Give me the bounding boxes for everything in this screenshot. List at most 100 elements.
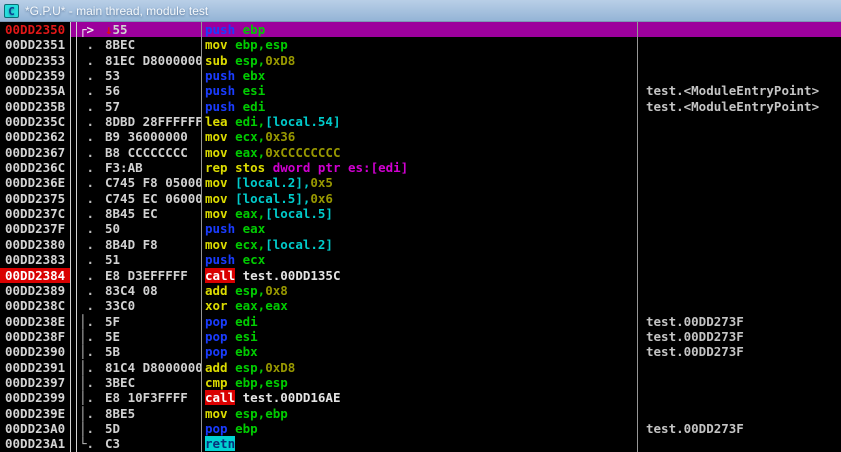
instruction-part: 0xD8 [265,53,295,68]
column-separator [70,37,77,52]
address-cell[interactable]: 00DD235C [0,114,70,129]
instruction[interactable]: mov [local.2],0x5 [201,175,637,190]
flow-marker: . [77,206,105,221]
address-cell[interactable]: 00DD2367 [0,145,70,160]
address-cell[interactable]: 00DD2351 [0,37,70,52]
disasm-row[interactable]: 00DD235C . 8DBD 28FFFFFF lea edi,[local.… [0,114,841,129]
flow-marker: . [77,129,105,144]
disasm-row[interactable]: 00DD2384 . E8 D3EFFFFF call test.00DD135… [0,268,841,283]
instruction[interactable]: add esp,0xD8 [201,360,637,375]
disasm-row[interactable]: 00DD2380 . 8B4D F8 mov ecx,[local.2] [0,237,841,252]
flow-marker: . [77,99,105,114]
disasm-row[interactable]: 00DD239E │. 8BE5 mov esp,ebp [0,406,841,421]
address-cell[interactable]: 00DD23A1 [0,436,70,451]
disasm-row[interactable]: 00DD2351 . 8BEC mov ebp,esp [0,37,841,52]
disasm-row[interactable]: 00DD2399 │. E8 10F3FFFF call test.00DD16… [0,390,841,405]
instruction[interactable]: pop esi [201,329,637,344]
instruction-part: ebp,esp [235,375,288,390]
disasm-row[interactable]: 00DD236C . F3:AB rep stos dword ptr es:[… [0,160,841,175]
instruction[interactable]: mov ecx,0x36 [201,129,637,144]
address-cell[interactable]: 00DD238F [0,329,70,344]
instruction[interactable]: pop edi [201,314,637,329]
address-cell[interactable]: 00DD2399 [0,390,70,405]
disasm-row[interactable]: 00DD237C . 8B45 EC mov eax,[local.5] [0,206,841,221]
address-cell[interactable]: 00DD2390 [0,344,70,359]
instruction[interactable]: mov esp,ebp [201,406,637,421]
address-cell[interactable]: 00DD239E [0,406,70,421]
address-cell[interactable]: 00DD2397 [0,375,70,390]
disasm-row[interactable]: 00DD2390 │. 5B pop ebx test.00DD273F [0,344,841,359]
instruction[interactable]: push ebx [201,68,637,83]
disasm-row[interactable]: 00DD2353 . 81EC D8000000 sub esp,0xD8 [0,53,841,68]
address-cell[interactable]: 00DD2383 [0,252,70,267]
address-cell[interactable]: 00DD2380 [0,237,70,252]
address-cell[interactable]: 00DD2353 [0,53,70,68]
instruction[interactable]: push esi [201,83,637,98]
address-cell[interactable]: 00DD238C [0,298,70,313]
disasm-row[interactable]: 00DD236E . C745 F8 05000000 mov [local.2… [0,175,841,190]
instruction[interactable]: push eax [201,221,637,236]
address-cell[interactable]: 00DD2384 [0,268,70,283]
address-cell[interactable]: 00DD236C [0,160,70,175]
disasm-row[interactable]: 00DD2359 . 53 push ebx [0,68,841,83]
instruction[interactable]: mov ecx,[local.2] [201,237,637,252]
opcode-bytes: 50 [105,221,201,236]
disasm-row[interactable]: 00DD235A . 56 push esi test.<ModuleEntry… [0,83,841,98]
address-cell[interactable]: 00DD238E [0,314,70,329]
disasm-row[interactable]: 00DD238E │. 5F pop edi test.00DD273F [0,314,841,329]
disasm-row[interactable]: 00DD23A1 └. C3 retn [0,436,841,451]
address-cell[interactable]: 00DD2350 [0,22,70,37]
instruction[interactable]: mov eax,[local.5] [201,206,637,221]
disasm-row[interactable]: 00DD2397 │. 3BEC cmp ebp,esp [0,375,841,390]
address-cell[interactable]: 00DD2359 [0,68,70,83]
instruction[interactable]: pop ebp [201,421,637,436]
address-cell[interactable]: 00DD2389 [0,283,70,298]
address-cell[interactable]: 00DD237C [0,206,70,221]
disasm-row[interactable]: 00DD237F . 50 push eax [0,221,841,236]
instruction[interactable]: mov eax,0xCCCCCCCC [201,145,637,160]
address-cell[interactable]: 00DD235A [0,83,70,98]
instruction-part: add [205,360,235,375]
disasm-row[interactable]: 00DD2375 . C745 EC 06000000 mov [local.5… [0,191,841,206]
disasm-row[interactable]: 00DD2389 . 83C4 08 add esp,0x8 [0,283,841,298]
instruction[interactable]: push ecx [201,252,637,267]
instruction[interactable]: push ebp [201,22,637,37]
instruction[interactable]: sub esp,0xD8 [201,53,637,68]
disasm-row[interactable]: 00DD2391 │. 81C4 D8000000 add esp,0xD8 [0,360,841,375]
opcode-bytes: 5B [105,344,201,359]
instruction[interactable]: mov ebp,esp [201,37,637,52]
instruction[interactable]: retn [201,436,637,451]
address-cell[interactable]: 00DD237F [0,221,70,236]
opcode-bytes: E8 D3EFFFFF [105,268,201,283]
disasm-row[interactable]: 00DD2350 ┌> ↓55 push ebp [0,22,841,37]
disassembly-pane[interactable]: 00DD2350 ┌> ↓55 push ebp 00DD2351 . 8BEC… [0,22,841,452]
instruction[interactable]: cmp ebp,esp [201,375,637,390]
instruction[interactable]: add esp,0x8 [201,283,637,298]
disasm-row[interactable]: 00DD23A0 │. 5D pop ebp test.00DD273F [0,421,841,436]
disasm-row[interactable]: 00DD238C . 33C0 xor eax,eax [0,298,841,313]
flow-marker: . [77,114,105,129]
instruction-part: 0xCCCCCCCC [265,145,340,160]
disasm-row[interactable]: 00DD238F │. 5E pop esi test.00DD273F [0,329,841,344]
title-bar[interactable]: C *G.P.U* - main thread, module test [0,0,841,22]
instruction[interactable]: xor eax,eax [201,298,637,313]
instruction[interactable]: call test.00DD16AE [201,390,637,405]
comment-cell [637,129,841,144]
address-cell[interactable]: 00DD2362 [0,129,70,144]
disasm-row[interactable]: 00DD2367 . B8 CCCCCCCC mov eax,0xCCCCCCC… [0,145,841,160]
disasm-row[interactable]: 00DD2383 . 51 push ecx [0,252,841,267]
instruction[interactable]: call test.00DD135C [201,268,637,283]
address-cell[interactable]: 00DD2391 [0,360,70,375]
instruction[interactable]: mov [local.5],0x6 [201,191,637,206]
address-cell[interactable]: 00DD2375 [0,191,70,206]
instruction[interactable]: lea edi,[local.54] [201,114,637,129]
comment-cell [637,191,841,206]
disasm-row[interactable]: 00DD235B . 57 push edi test.<ModuleEntry… [0,99,841,114]
instruction[interactable]: rep stos dword ptr es:[edi] [201,160,637,175]
instruction[interactable]: pop ebx [201,344,637,359]
disasm-row[interactable]: 00DD2362 . B9 36000000 mov ecx,0x36 [0,129,841,144]
address-cell[interactable]: 00DD235B [0,99,70,114]
instruction[interactable]: push edi [201,99,637,114]
address-cell[interactable]: 00DD23A0 [0,421,70,436]
address-cell[interactable]: 00DD236E [0,175,70,190]
